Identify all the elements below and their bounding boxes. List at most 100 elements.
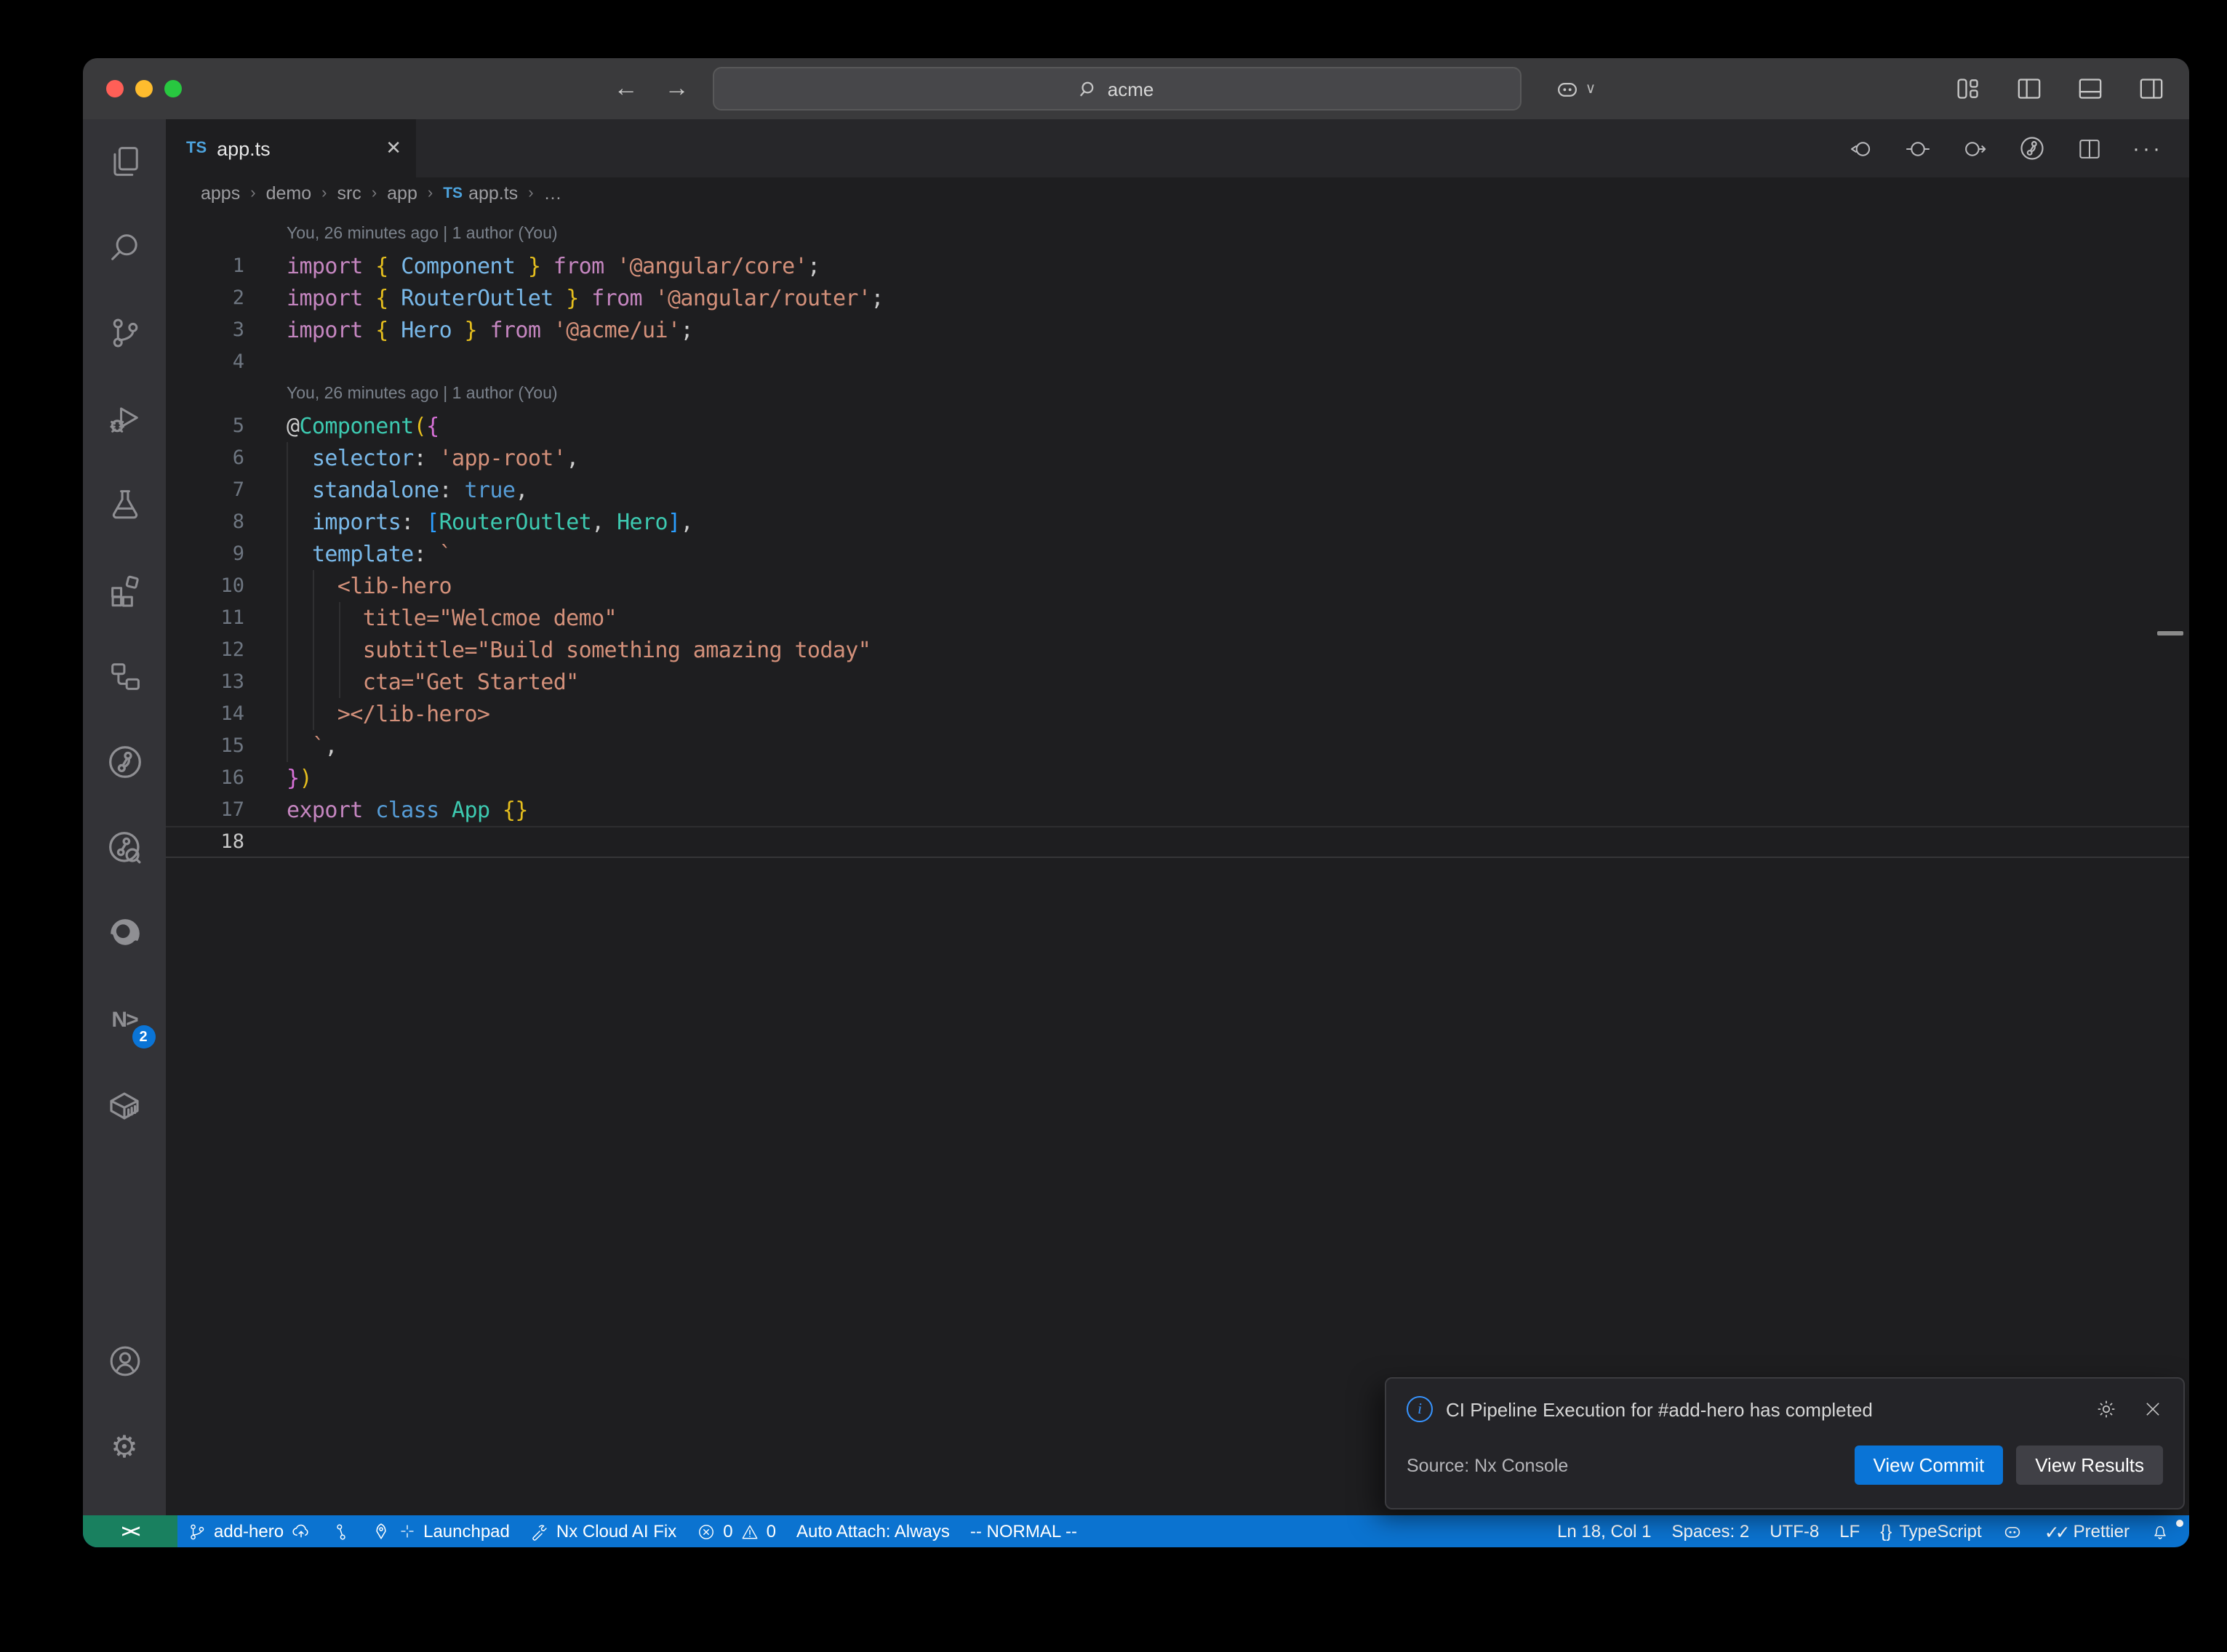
run-back-icon[interactable] [1847,135,1875,162]
settings-gear-icon[interactable]: ⚙ [89,1412,159,1482]
line-number: 17 [166,794,244,826]
breadcrumb-symbol-more[interactable]: … [544,183,562,204]
code-line[interactable]: 10 <lib-hero [166,570,2189,602]
line-number: 9 [166,538,244,570]
breadcrumb-item[interactable]: src [337,183,361,204]
code-line[interactable]: 15 `, [166,730,2189,762]
code-line[interactable]: 1import { Component } from '@angular/cor… [166,250,2189,282]
line-number: 15 [166,730,244,762]
activity-bar: N> 2 ⚙ [83,119,166,1515]
tab-bar: TS app.ts ✕ ··· [166,119,2189,177]
back-arrow-icon[interactable]: ← [614,74,639,103]
toggle-primary-sidebar-icon[interactable] [2015,74,2044,103]
blame-annotation: You, 26 minutes ago | 1 author (You) [166,218,2189,250]
breadcrumb-file[interactable]: app.ts [468,183,518,204]
eol-item[interactable]: LF [1829,1515,1870,1547]
nx-console-icon[interactable]: N> 2 [89,985,159,1054]
cursor-position-item[interactable]: Ln 18, Col 1 [1547,1515,1661,1547]
command-center-search[interactable]: acme [713,67,1522,111]
toggle-panel-icon[interactable] [2076,74,2105,103]
remote-indicator[interactable]: >< [83,1515,177,1547]
code-line[interactable]: 2import { RouterOutlet } from '@angular/… [166,282,2189,314]
split-editor-icon[interactable] [2076,135,2103,162]
tab-app-ts[interactable]: TS app.ts ✕ [166,119,416,177]
close-icon[interactable] [2143,1399,2163,1419]
line-number: 16 [166,762,244,794]
code-line[interactable]: 16}) [166,762,2189,794]
copilot-status-item[interactable] [1992,1515,2034,1547]
code-line[interactable]: 14 ></lib-hero> [166,698,2189,730]
ci-pipeline-item[interactable] [321,1515,361,1547]
notifications-bell-item[interactable] [2140,1515,2180,1547]
line-number: 7 [166,474,244,506]
encoding-item[interactable]: UTF-8 [1759,1515,1829,1547]
auto-attach-item[interactable]: Auto Attach: Always [786,1515,960,1547]
notification-settings-gear-icon[interactable] [2095,1398,2118,1421]
editor-group: TS app.ts ✕ ··· apps › [166,119,2189,1515]
nx-project-graph-icon[interactable] [89,727,159,797]
code-line[interactable]: 6 selector: 'app-root', [166,442,2189,474]
line-number: 13 [166,666,244,698]
close-tab-icon[interactable]: ✕ [385,137,401,160]
zoom-window-button[interactable] [164,80,182,97]
chevron-down-icon: ∨ [1586,81,1596,97]
notification-toast: i CI Pipeline Execution for #add-hero ha… [1385,1377,2185,1509]
publish-cloud-icon [291,1521,311,1541]
code-line[interactable]: 13 cta="Get Started" [166,666,2189,698]
source-control-icon[interactable] [89,298,159,368]
launchpad-item[interactable]: Launchpad [361,1515,520,1547]
prettier-item[interactable]: ✓✓ Prettier [2034,1515,2140,1547]
vim-mode-item[interactable]: -- NORMAL -- [960,1515,1087,1547]
indentation-item[interactable]: Spaces: 2 [1662,1515,1760,1547]
code-line[interactable]: 9 template: ` [166,538,2189,570]
accounts-icon[interactable] [89,1326,159,1396]
forward-arrow-icon[interactable]: → [665,74,689,103]
nx-graph-action-icon[interactable] [2018,134,2047,163]
git-branch-icon [188,1522,207,1541]
explorer-icon[interactable] [89,127,159,196]
more-actions-icon[interactable]: ··· [2132,136,2163,161]
problems-item[interactable]: 0 0 [687,1515,786,1547]
toggle-secondary-sidebar-icon[interactable] [2137,74,2166,103]
code-line[interactable]: 17export class App {} [166,794,2189,826]
customize-layout-icon[interactable] [1954,74,1983,103]
code-line[interactable]: 12 subtitle="Build something amazing tod… [166,634,2189,666]
code-line[interactable]: 5@Component({ [166,410,2189,442]
line-number: 4 [166,346,244,378]
code-line[interactable]: 4 [166,346,2189,378]
run-debug-icon[interactable] [89,384,159,454]
view-commit-button[interactable]: View Commit [1855,1446,2004,1485]
breadcrumb-item[interactable]: demo [266,183,312,204]
search-icon[interactable] [89,212,159,282]
language-mode-item[interactable]: {} TypeScript [1870,1515,1991,1547]
git-branch-item[interactable]: add-hero [177,1515,321,1547]
breadcrumb-item[interactable]: apps [201,183,240,204]
code-line[interactable]: 7 standalone: true, [166,474,2189,506]
container-tools-icon[interactable] [89,1070,159,1140]
vscode-window: ← → acme ∨ [83,58,2189,1547]
code-line[interactable]: 8 imports: [RouterOutlet, Hero], [166,506,2189,538]
code-area[interactable]: You, 26 minutes ago | 1 author (You)1imp… [166,209,2189,1515]
copilot-menu[interactable]: ∨ [1554,75,1596,103]
nx-cloud-fix-item[interactable]: Nx Cloud AI Fix [520,1515,687,1547]
line-number: 2 [166,282,244,314]
code-line[interactable]: 11 title="Welcmoe demo" [166,602,2189,634]
testing-icon[interactable] [89,470,159,540]
run-current-icon[interactable] [1904,135,1932,162]
code-line[interactable]: 18 [166,826,2189,858]
run-forward-icon[interactable] [1961,135,1988,162]
hierarchy-icon[interactable] [89,641,159,711]
status-bar: >< add-hero Launchpad Nx Cloud AI Fix 0 [83,1515,2189,1547]
close-window-button[interactable] [106,80,124,97]
code-line[interactable]: 3import { Hero } from '@acme/ui'; [166,314,2189,346]
nx-graph-search-icon[interactable] [89,813,159,883]
line-number: 12 [166,634,244,666]
editor-actions: ··· [416,119,2189,177]
copilot-icon [1554,75,1581,103]
typescript-file-icon: TS [443,185,463,202]
view-results-button[interactable]: View Results [2016,1446,2163,1485]
extensions-icon[interactable] [89,556,159,625]
edge-browser-icon[interactable] [89,899,159,969]
breadcrumb-item[interactable]: app [387,183,417,204]
minimize-window-button[interactable] [135,80,153,97]
